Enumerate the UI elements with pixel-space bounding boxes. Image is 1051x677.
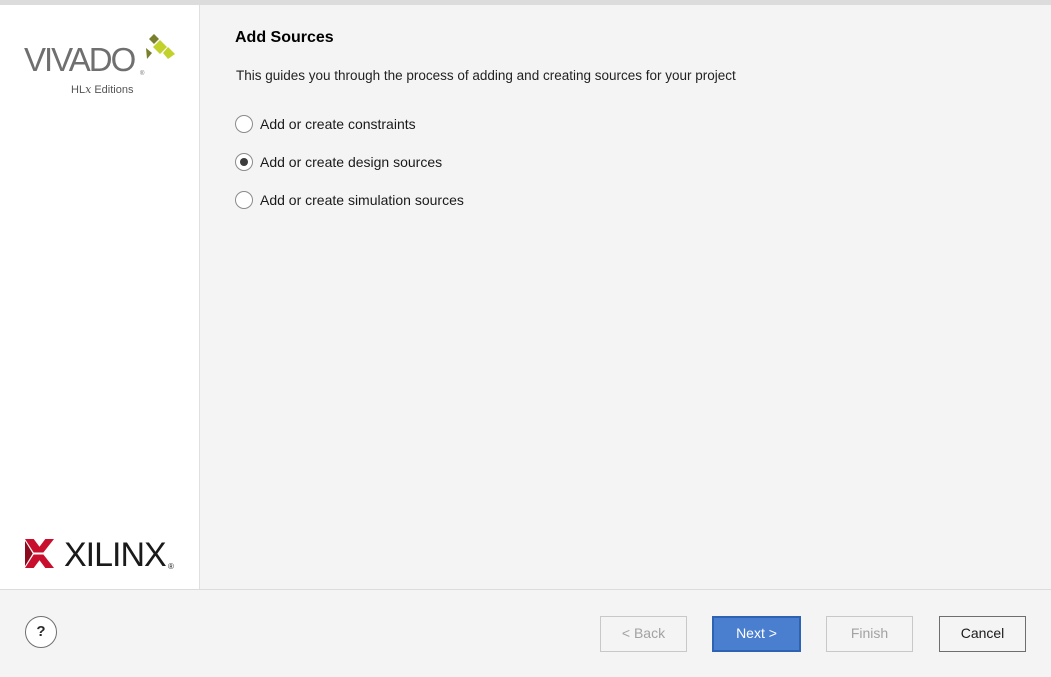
xilinx-registered-mark: ®: [168, 562, 174, 571]
radio-simulation-sources[interactable]: [235, 191, 253, 209]
finish-button[interactable]: Finish: [826, 616, 913, 652]
cancel-button[interactable]: Cancel: [939, 616, 1026, 652]
page-title: Add Sources: [235, 29, 334, 46]
radio-constraints[interactable]: [235, 115, 253, 133]
vivado-edition-label: HLx Editions: [71, 83, 134, 96]
option-design-sources-label[interactable]: Add or create design sources: [260, 154, 442, 170]
next-button[interactable]: Next >: [712, 616, 801, 652]
wizard-footer: ? < Back Next > Finish Cancel: [0, 589, 1051, 677]
xilinx-wordmark: XILINX: [64, 536, 167, 574]
option-simulation-sources-label[interactable]: Add or create simulation sources: [260, 192, 464, 208]
option-design-sources[interactable]: Add or create design sources: [235, 151, 464, 173]
wizard-sidebar: VIVADO ® HLx Editions XILINX ®: [0, 5, 200, 589]
option-simulation-sources[interactable]: Add or create simulation sources: [235, 189, 464, 211]
option-constraints[interactable]: Add or create constraints: [235, 113, 464, 135]
vivado-wordmark: VIVADO: [24, 41, 136, 78]
vivado-logo: VIVADO ® HLx Editions: [0, 5, 199, 96]
wizard-content: Add Sources This guides you through the …: [200, 5, 1051, 589]
radio-design-sources[interactable]: [235, 153, 253, 171]
page-subtitle: This guides you through the process of a…: [236, 68, 736, 83]
vivado-trademark: ®: [140, 71, 145, 77]
source-type-options: Add or create constraints Add or create …: [235, 113, 464, 227]
back-button[interactable]: < Back: [600, 616, 687, 652]
xilinx-mark-icon: [25, 539, 54, 568]
option-constraints-label[interactable]: Add or create constraints: [260, 116, 416, 132]
help-button[interactable]: ?: [25, 616, 57, 648]
xilinx-logo: XILINX ®: [25, 538, 175, 572]
vivado-leaf-icon: [146, 34, 175, 59]
